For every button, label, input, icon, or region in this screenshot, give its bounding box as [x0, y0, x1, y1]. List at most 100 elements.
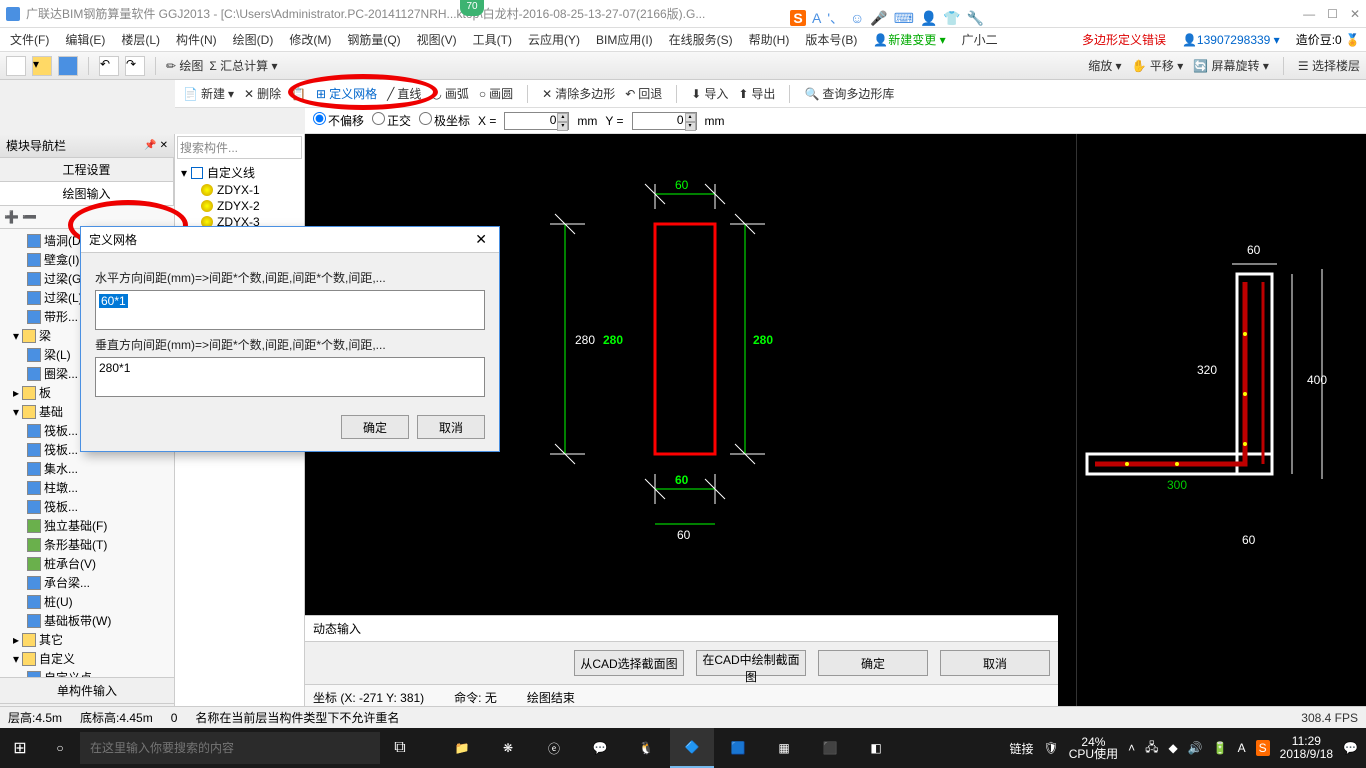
tray-notif-icon[interactable]: 💬	[1343, 741, 1358, 755]
ortho-radio[interactable]: 正交	[372, 112, 411, 129]
poly-delete-button[interactable]: ✕删除	[244, 85, 281, 102]
menu-tools[interactable]: 工具(T)	[469, 31, 516, 48]
sogou-icon[interactable]: S	[790, 10, 806, 26]
dialog-close-button[interactable]: ✕	[471, 231, 491, 248]
tree-item[interactable]: ▸其它	[2, 630, 172, 649]
x-input[interactable]: 0▴▾	[504, 112, 569, 130]
poly-export-button[interactable]: ⬆导出	[738, 85, 775, 102]
tree-item[interactable]: 独立基础(F)	[2, 516, 172, 535]
y-input[interactable]: 0▴▾	[632, 112, 697, 130]
dialog-ok-button[interactable]: 确定	[341, 415, 409, 439]
taskbar-app4[interactable]: ⬛	[808, 728, 852, 768]
taskbar-app5[interactable]: ◧	[854, 728, 898, 768]
ime-shirt-icon[interactable]: 👕	[943, 10, 960, 27]
close-button[interactable]: ✕	[1350, 7, 1360, 21]
taskbar-edge[interactable]: ⓔ	[532, 728, 576, 768]
sum-button[interactable]: Σ 汇总计算 ▾	[209, 57, 277, 74]
taskbar-app2[interactable]: 🟦	[716, 728, 760, 768]
poly-query-button[interactable]: 🔍查询多边形库	[804, 85, 894, 102]
tray-link[interactable]: 链接	[1009, 740, 1033, 757]
h-spacing-input[interactable]: 60*1	[95, 290, 485, 330]
poly-undo-button[interactable]: ↶回退	[625, 85, 662, 102]
select-floor-button[interactable]: ☰ 选择楼层	[1298, 57, 1360, 75]
tree-item[interactable]: 承台梁...	[2, 573, 172, 592]
menu-help[interactable]: 帮助(H)	[745, 31, 794, 48]
tree-item[interactable]: 柱墩...	[2, 478, 172, 497]
undo-icon[interactable]: ↶	[99, 56, 119, 76]
maximize-button[interactable]: ☐	[1327, 7, 1338, 21]
tab-single-input[interactable]: 单构件输入	[0, 678, 174, 704]
zoom-button[interactable]: 缩放 ▾	[1088, 57, 1121, 75]
list-root[interactable]: ▾ 自定义线	[177, 163, 302, 182]
list-item[interactable]: ZDYX-2	[177, 198, 302, 214]
tree-expand-icon[interactable]: ➕	[4, 210, 18, 224]
draw-button[interactable]: ✏ 绘图	[166, 57, 203, 74]
polar-radio[interactable]: 极坐标	[419, 112, 470, 129]
tree-item[interactable]: 集水...	[2, 459, 172, 478]
tree-item[interactable]: 筏板...	[2, 497, 172, 516]
tray-ime-A[interactable]: A	[1238, 741, 1246, 755]
pin-icon[interactable]: 📌 ✕	[144, 140, 168, 151]
task-view-icon[interactable]: ⧉	[380, 728, 420, 768]
tree-item[interactable]: 自定义点	[2, 668, 172, 677]
tray-app-icon[interactable]: ◆	[1168, 741, 1177, 755]
menu-bim[interactable]: BIM应用(I)	[592, 31, 657, 48]
tree-item[interactable]: 条形基础(T)	[2, 535, 172, 554]
tray-batt-icon[interactable]: 🔋	[1213, 741, 1228, 755]
new-change-button[interactable]: 👤新建变更 ▾	[869, 31, 949, 48]
ime-kbd-icon[interactable]: ⌨	[894, 10, 914, 27]
tray-up-icon[interactable]: ˄	[1128, 741, 1135, 755]
ime-user-icon[interactable]: 👤	[920, 10, 937, 27]
menu-rebar[interactable]: 钢筋量(Q)	[343, 31, 404, 48]
taskbar-search[interactable]	[80, 732, 380, 764]
tree-collapse-icon[interactable]: ➖	[22, 210, 36, 224]
ime-smile-icon[interactable]: ☺	[850, 10, 864, 26]
poly-line-button[interactable]: ╱直线	[387, 85, 421, 102]
tray-vol-icon[interactable]: 🔊	[1188, 741, 1203, 755]
rotate-button[interactable]: 🔄 屏幕旋转 ▾	[1193, 57, 1269, 75]
v-spacing-input[interactable]: 280*1	[95, 357, 485, 397]
user-phone[interactable]: 👤13907298339 ▾	[1182, 33, 1280, 47]
cortana-icon[interactable]: ○	[40, 741, 80, 755]
poly-arc-button[interactable]: ◡画弧	[431, 85, 469, 102]
taskbar-app3[interactable]: ▦	[762, 728, 806, 768]
section-cancel-button[interactable]: 取消	[940, 650, 1050, 676]
in-cad-draw-button[interactable]: 在CAD中绘制截面图	[696, 650, 806, 676]
menu-draw[interactable]: 绘图(D)	[229, 31, 278, 48]
open-file-icon[interactable]: ▾	[32, 56, 52, 76]
menu-cloud[interactable]: 云应用(Y)	[524, 31, 584, 48]
tree-item[interactable]: 桩承台(V)	[2, 554, 172, 573]
tray-clock[interactable]: 11:292018/9/18	[1280, 735, 1333, 761]
dialog-cancel-button[interactable]: 取消	[417, 415, 485, 439]
ime-tool-icon[interactable]: 🔧	[967, 10, 984, 27]
ime-mic-icon[interactable]: 🎤	[870, 10, 887, 27]
poly-new-button[interactable]: 📄新建▾	[183, 85, 234, 102]
cpu-meter[interactable]: 24%CPU使用	[1069, 736, 1118, 760]
menu-file[interactable]: 文件(F)	[6, 31, 53, 48]
dynamic-input-tab[interactable]: 动态输入	[305, 616, 1058, 642]
redo-icon[interactable]: ↷	[125, 56, 145, 76]
ime-punct-icon[interactable]: '、	[827, 8, 844, 28]
list-item[interactable]: ZDYX-1	[177, 182, 302, 198]
tray-net-icon[interactable]: 🖧	[1145, 738, 1158, 759]
tree-item[interactable]: 桩(U)	[2, 592, 172, 611]
right-canvas[interactable]: 60 320 400 300 60	[1076, 134, 1366, 730]
tray-sogou-icon[interactable]: S	[1256, 740, 1270, 756]
menu-view[interactable]: 视图(V)	[413, 31, 461, 48]
new-file-icon[interactable]	[6, 56, 26, 76]
tray-shield-icon[interactable]: 🛡	[1044, 741, 1059, 755]
taskbar-wechat[interactable]: 💬	[578, 728, 622, 768]
poly-clear-button[interactable]: ✕清除多边形	[542, 85, 615, 102]
tab-project-settings[interactable]: 工程设置	[0, 158, 174, 181]
search-input[interactable]: 搜索构件...	[177, 136, 302, 159]
poly-circle-button[interactable]: ○画圆	[479, 85, 513, 102]
menu-floor[interactable]: 楼层(L)	[117, 31, 164, 48]
start-button[interactable]: ⊞	[0, 728, 40, 768]
taskbar-explorer[interactable]: 📁	[440, 728, 484, 768]
menu-version[interactable]: 版本号(B)	[801, 31, 861, 48]
save-icon[interactable]	[58, 56, 78, 76]
minimize-button[interactable]: —	[1303, 7, 1315, 21]
poly-import-button[interactable]: ⬇导入	[691, 85, 728, 102]
menu-edit[interactable]: 编辑(E)	[61, 31, 109, 48]
poly-copy-icon[interactable]: 📋	[291, 87, 306, 101]
